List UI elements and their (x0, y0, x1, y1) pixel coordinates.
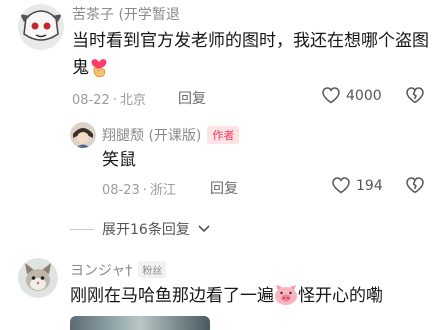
reply-button[interactable]: 回复 (178, 88, 206, 108)
author-badge: 作者 (207, 126, 240, 144)
username-label: ヨンジャ† (70, 263, 133, 279)
comment-username[interactable]: 翔腿颓 (开课版) 作者 (102, 125, 240, 145)
heart-icon (322, 87, 340, 104)
like-count: 4000 (346, 87, 382, 104)
reply-button[interactable]: 回复 (210, 178, 238, 198)
expand-replies-label: 展开16条回复 (102, 222, 190, 238)
avatar[interactable] (70, 122, 96, 148)
like-button[interactable]: 194 (332, 177, 383, 194)
comment-location: 浙江 (149, 183, 176, 198)
avatar[interactable] (18, 4, 64, 50)
pig-face-emoji-icon (274, 284, 298, 315)
expand-replies-button[interactable]: 展开16条回复 (70, 219, 210, 239)
dislike-button[interactable] (406, 177, 424, 198)
comment-text-part-1: 刚刚在马哈鱼那边看了一遍 (70, 286, 274, 306)
comment-text-body: 当时看到官方发老师的图时，我还在想哪个盗图鬼 (72, 31, 429, 78)
broken-heart-icon (406, 87, 424, 104)
like-button[interactable]: 4000 (322, 87, 382, 104)
separator-dot: · (142, 183, 147, 198)
chevron-down-icon (198, 225, 210, 233)
comment-text: 刚刚在马哈鱼那边看了一遍 怪开心的嘞 (70, 283, 436, 315)
finger-heart-emoji-icon (89, 56, 109, 87)
like-count: 194 (356, 177, 383, 194)
comment-image-thumbnail[interactable] (70, 316, 210, 330)
comment-date: 08-22 (72, 93, 110, 108)
comment-3: ヨンジャ† 粉丝 刚刚在马哈鱼那边看了一遍 怪开心的嘞 (0, 252, 440, 330)
fan-badge: 粉丝 (138, 261, 167, 278)
dislike-button[interactable] (406, 87, 424, 108)
comment-text: 笑鼠 (102, 150, 136, 170)
comment-username[interactable]: ヨンジャ† 粉丝 (70, 260, 167, 280)
comment-meta: 08-23 · 浙江 (102, 179, 176, 198)
separator-dot: · (112, 93, 117, 108)
reply-comment: 翔腿颓 (开课版) 作者 笑鼠 08-23 · 浙江 回复 194 (0, 118, 440, 204)
reply-username-label: 翔腿颓 (开课版) (102, 128, 202, 144)
broken-heart-icon (406, 177, 424, 194)
comment-date: 08-23 (102, 183, 140, 198)
comment-text-part-2: 怪开心的嘞 (298, 286, 383, 306)
avatar[interactable] (18, 258, 58, 298)
heart-icon (332, 177, 350, 194)
comment-text: 当时看到官方发老师的图时，我还在想哪个盗图鬼 (72, 28, 432, 87)
comment-username[interactable]: 苦茶子 (开学暂退 (72, 4, 180, 24)
divider-line (70, 228, 94, 230)
comment-1: 苦茶子 (开学暂退 当时看到官方发老师的图时，我还在想哪个盗图鬼 08-22 · 北… (0, 0, 440, 118)
comment-location: 北京 (119, 93, 146, 108)
comment-meta: 08-22 · 北京 (72, 89, 146, 108)
